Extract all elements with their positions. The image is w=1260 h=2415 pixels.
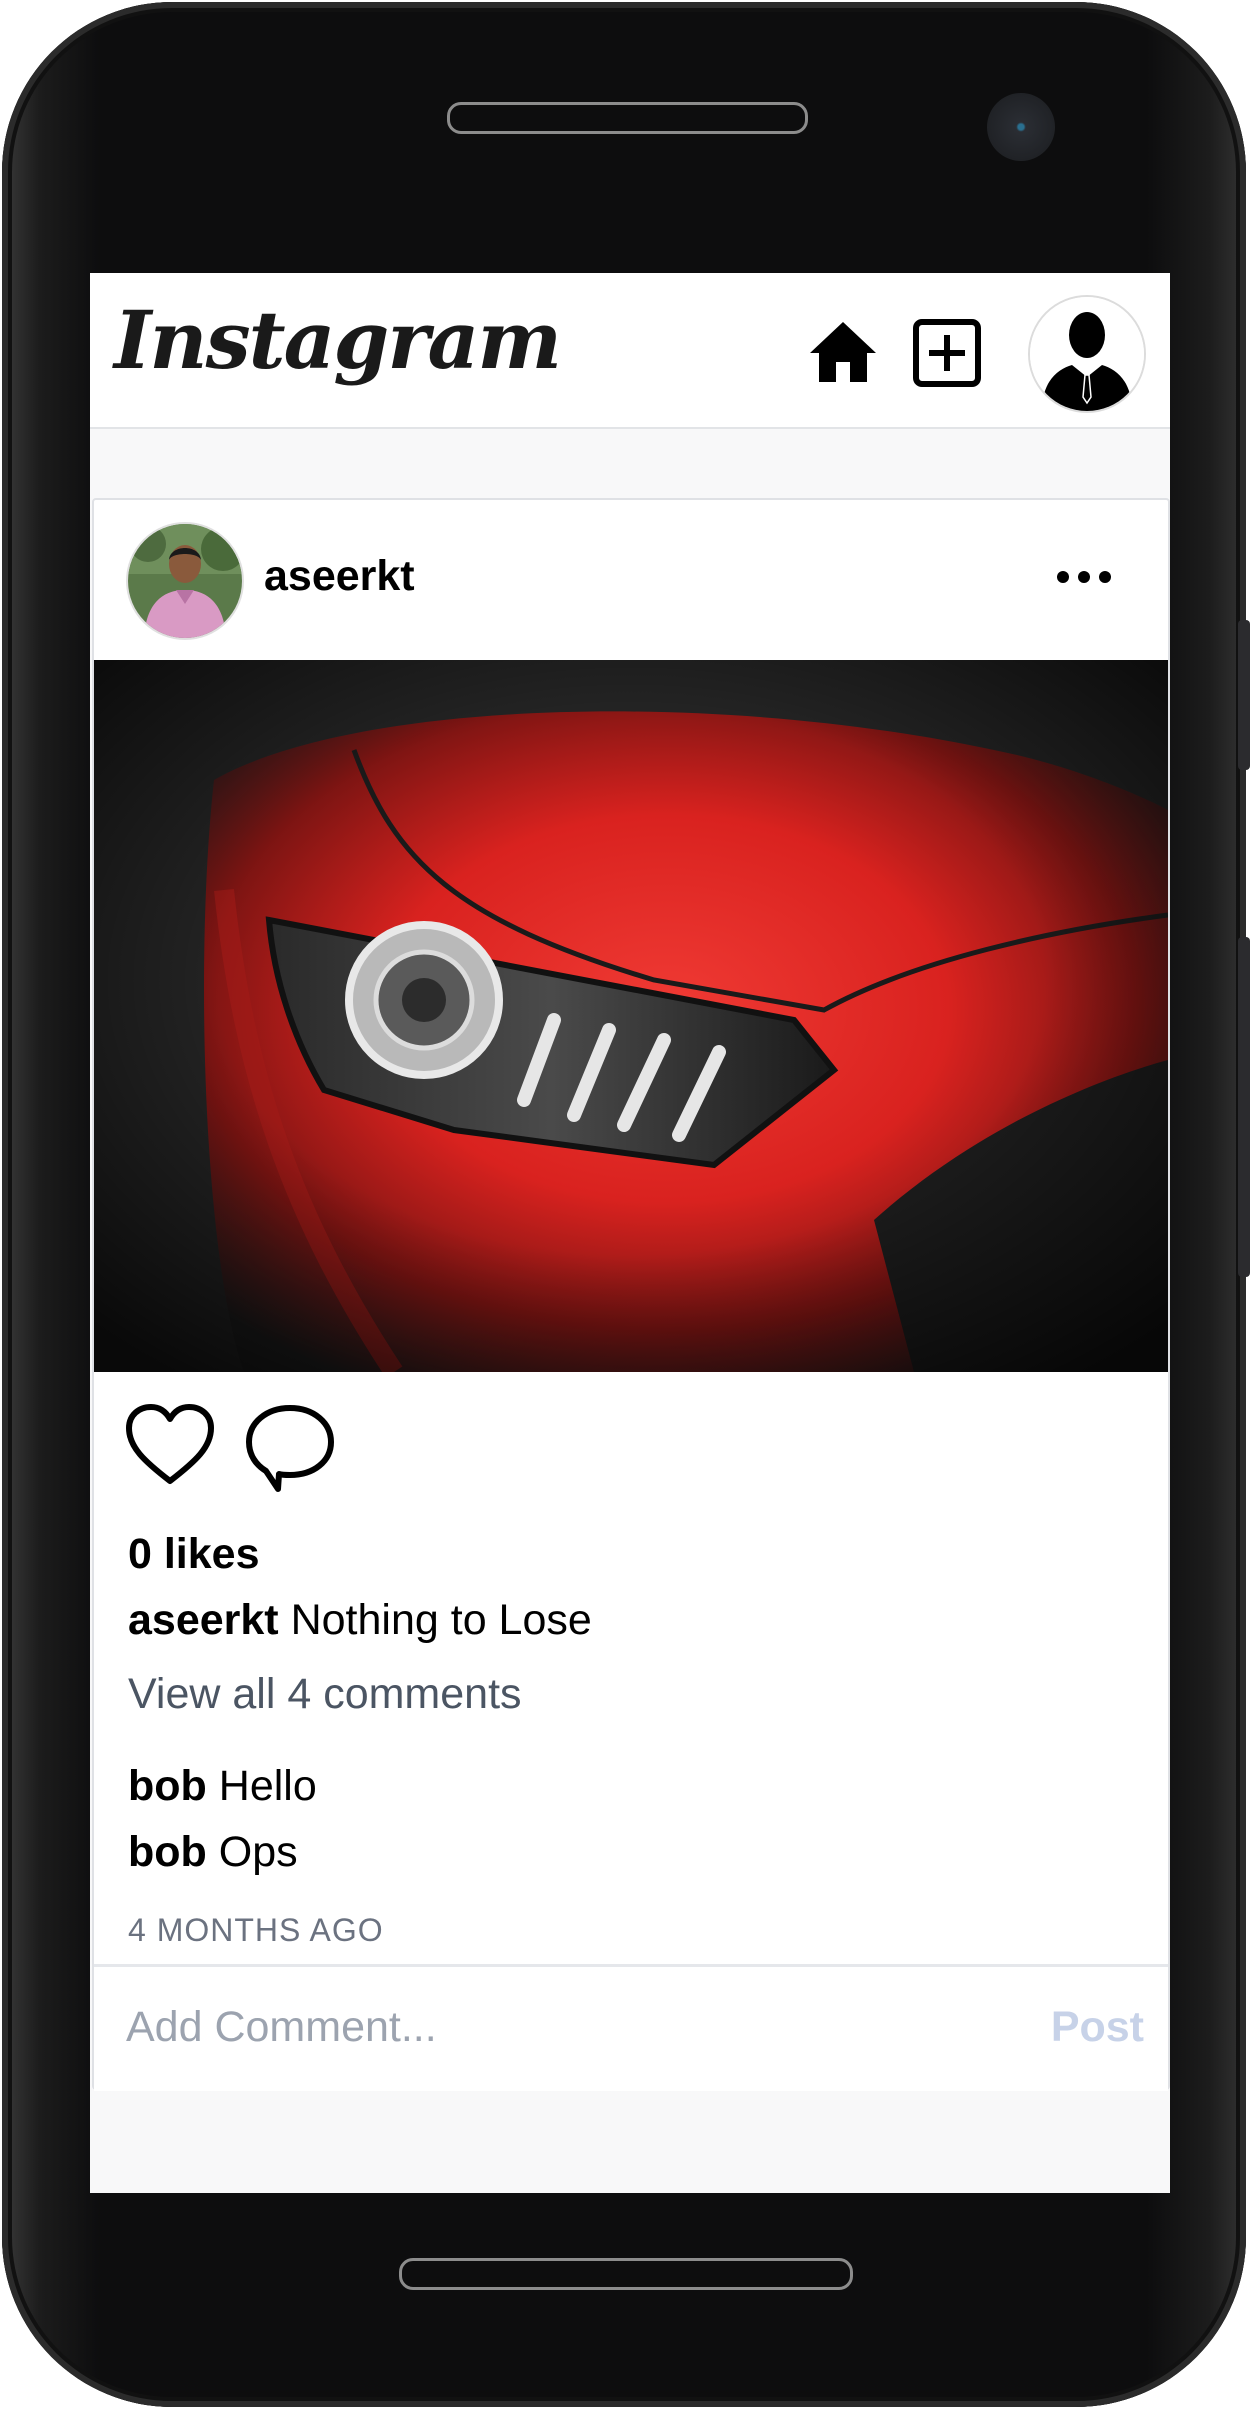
front-camera: [987, 93, 1055, 161]
post-header: aseerkt: [94, 500, 1168, 660]
comment-username[interactable]: bob: [128, 1828, 207, 1876]
speech-bubble-icon: [246, 1405, 334, 1492]
post-author-avatar[interactable]: [126, 522, 244, 640]
top-navbar: Instagram: [90, 273, 1170, 429]
like-button[interactable]: [124, 1403, 216, 1487]
post-comment-button[interactable]: Post: [1014, 1995, 1144, 2059]
bottom-speaker: [399, 2258, 853, 2290]
post-timestamp: 4 MONTHS AGO: [128, 1912, 384, 1948]
post-caption: aseerkt Nothing to Lose: [128, 1596, 592, 1645]
instagram-logo[interactable]: Instagram: [114, 293, 562, 387]
author-photo: [128, 524, 242, 638]
comment-text: Hello: [206, 1762, 317, 1810]
add-comment-form: Post: [94, 1964, 1168, 2091]
app-screen: Instagram aseerkt 0 likes aseerkt Nothin…: [90, 273, 1170, 2193]
home-icon: [810, 322, 876, 382]
red-car-headlight-photo: [94, 660, 1168, 1372]
earpiece-speaker: [447, 102, 808, 134]
power-button: [1238, 937, 1250, 1277]
comment-item: bob Hello: [128, 1762, 317, 1811]
add-comment-input[interactable]: [126, 1997, 926, 2057]
more-options-button[interactable]: [1054, 562, 1114, 592]
more-horizontal-icon: [1057, 571, 1111, 583]
volume-button: [1238, 620, 1250, 770]
comment-text: Ops: [206, 1828, 298, 1876]
profile-avatar-button[interactable]: [1028, 295, 1146, 413]
comment-item: bob Ops: [128, 1828, 298, 1877]
profile-avatar-icon: [1030, 297, 1144, 411]
add-post-icon: [913, 319, 981, 387]
likes-count[interactable]: 0 likes: [128, 1530, 260, 1579]
caption-username[interactable]: aseerkt: [128, 1596, 279, 1644]
post-author-username[interactable]: aseerkt: [264, 552, 415, 601]
device-frame: Instagram aseerkt 0 likes aseerkt Nothin…: [0, 0, 1260, 2415]
home-button[interactable]: [808, 316, 878, 386]
comment-username[interactable]: bob: [128, 1762, 207, 1810]
heart-icon: [126, 1404, 214, 1484]
add-post-button[interactable]: [912, 318, 982, 388]
post-image[interactable]: [94, 660, 1168, 1372]
post-card: aseerkt 0 likes aseerkt Nothing to Lose …: [92, 498, 1170, 2091]
comment-button[interactable]: [244, 1403, 336, 1493]
caption-text: Nothing to Lose: [278, 1596, 592, 1644]
view-all-comments-link[interactable]: View all 4 comments: [128, 1670, 522, 1719]
